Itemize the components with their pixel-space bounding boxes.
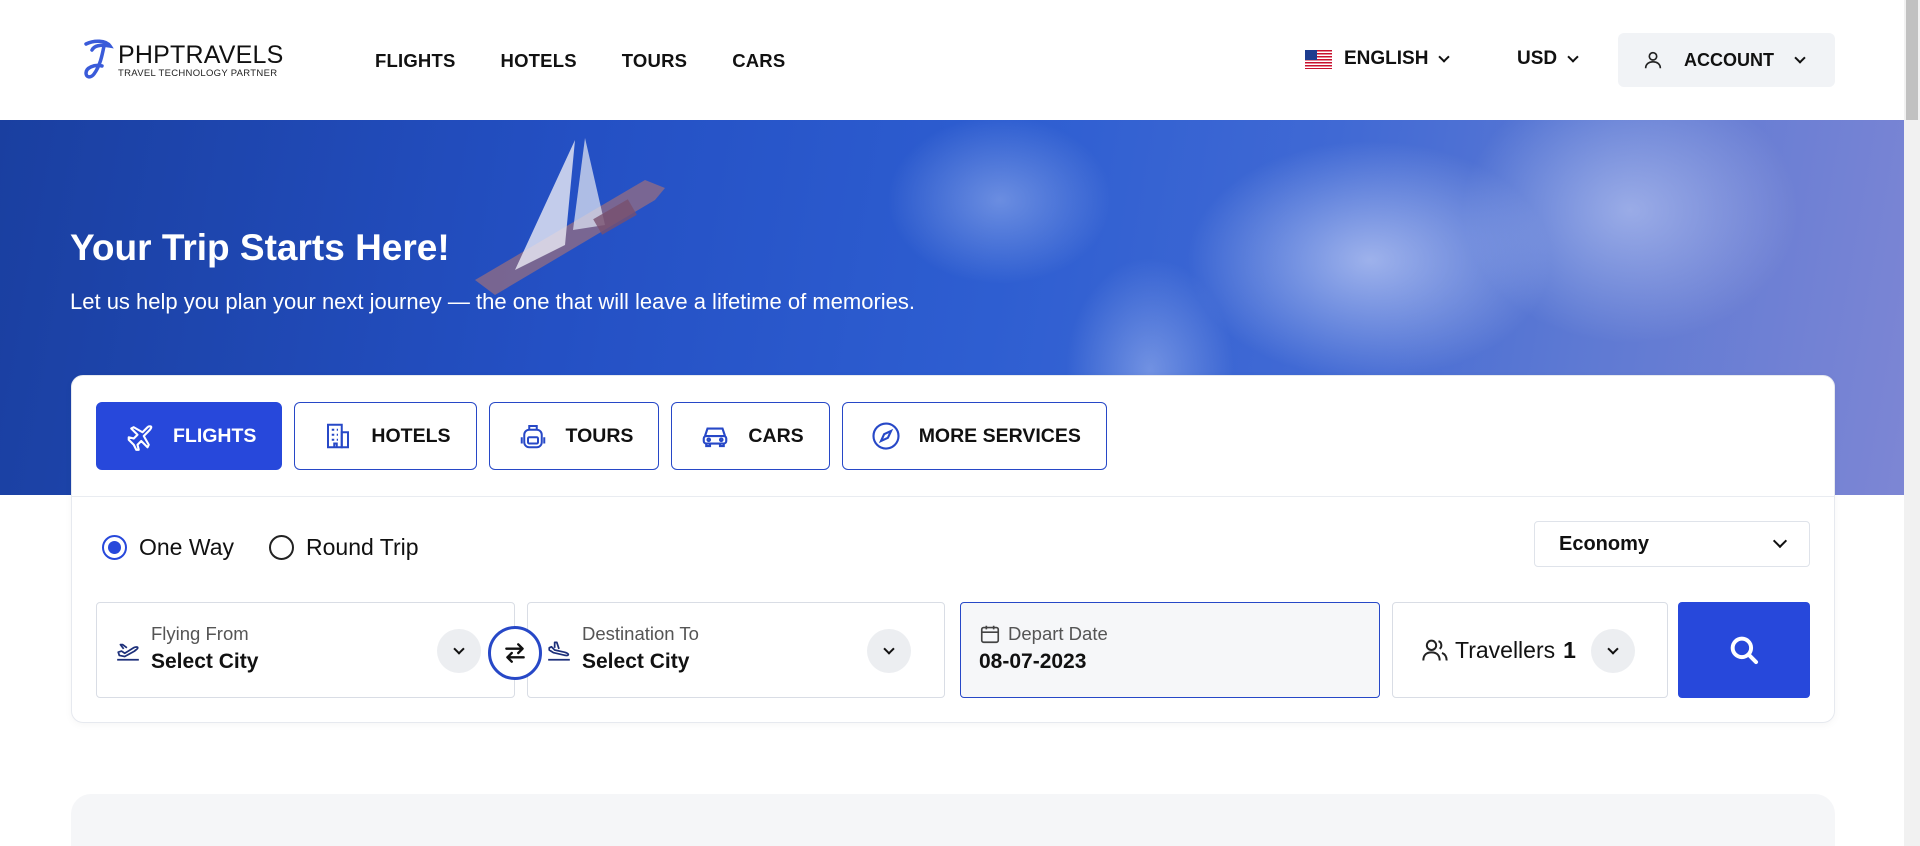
chevron-down-icon [1794, 51, 1806, 64]
hero-title: Your Trip Starts Here! [70, 227, 450, 268]
tab-more-services[interactable]: MORE SERVICES [841, 402, 1107, 470]
depart-date-field[interactable]: Depart Date 08-07-2023 [960, 602, 1380, 698]
landing-icon [548, 641, 570, 661]
card-divider [72, 496, 1834, 497]
tab-hotels[interactable]: HOTELS [294, 402, 477, 470]
backpack-icon [520, 425, 545, 449]
chevron-down-icon [1567, 50, 1579, 63]
language-selector[interactable]: ENGLISH [1305, 48, 1451, 70]
field-label: Destination To [582, 623, 699, 644]
language-label: ENGLISH [1344, 48, 1429, 69]
car-icon [703, 427, 728, 448]
travellers-label: Travellers [1455, 636, 1556, 663]
search-card: FLIGHTS HOTELS TOURS CARS MORE SERVICES … [71, 375, 1835, 723]
tab-label: MORE SERVICES [918, 424, 1081, 447]
next-section [71, 794, 1835, 846]
tab-label: FLIGHTS [173, 424, 257, 447]
users-icon [1422, 639, 1448, 661]
travellers-field[interactable]: Travellers 1 [1392, 602, 1668, 698]
currency-label: USD [1517, 48, 1558, 69]
field-label: Depart Date [1008, 623, 1108, 644]
currency-selector[interactable]: USD [1517, 48, 1579, 70]
tab-label: CARS [748, 424, 804, 447]
brand-tagline: TRAVEL TECHNOLOGY PARTNER [118, 67, 278, 79]
tab-cars[interactable]: CARS [671, 402, 830, 470]
swap-icon [505, 643, 525, 663]
sailboat-image [475, 138, 665, 295]
radio-label: One Way [139, 534, 235, 560]
service-tabs: FLIGHTS HOTELS TOURS CARS MORE SERVICES [96, 402, 1107, 470]
us-flag-icon [1305, 49, 1332, 69]
compass-icon [872, 422, 900, 450]
radio-empty-icon [269, 535, 295, 560]
to-dropdown-button[interactable] [867, 629, 911, 673]
building-icon [327, 423, 350, 449]
nav-hotels[interactable]: HOTELS [501, 50, 577, 72]
field-value: 08-07-2023 [979, 650, 1087, 673]
account-button[interactable]: ACCOUNT [1618, 33, 1835, 87]
account-label: ACCOUNT [1684, 49, 1774, 70]
brand-name: PHPTRAVELS [118, 40, 284, 69]
search-button[interactable] [1678, 602, 1810, 698]
tab-label: HOTELS [371, 424, 451, 447]
field-value: Select City [582, 650, 690, 673]
chevron-down-icon [453, 642, 465, 655]
hero-subtitle: Let us help you plan your next journey —… [70, 289, 916, 314]
field-value: Select City [151, 650, 259, 673]
nav-tours[interactable]: TOURS [622, 50, 687, 72]
travellers-dropdown-button[interactable] [1591, 629, 1635, 673]
swap-cities-button[interactable] [488, 626, 542, 680]
takeoff-icon [117, 643, 139, 661]
search-icon [1730, 636, 1759, 665]
user-icon [1644, 51, 1662, 69]
radio-label: Round Trip [306, 534, 419, 560]
logo-icon [84, 39, 114, 79]
page-scrollbar[interactable] [1904, 0, 1920, 846]
main-nav: FLIGHTS HOTELS TOURS CARS [375, 50, 785, 72]
brand-logo[interactable]: PHPTRAVELS TRAVEL TECHNOLOGY PARTNER [80, 38, 283, 82]
chevron-down-icon [1438, 50, 1451, 63]
cabin-class-select[interactable]: Economy [1534, 521, 1810, 567]
site-header: PHPTRAVELS TRAVEL TECHNOLOGY PARTNER FLI… [0, 0, 1904, 120]
field-label: Flying From [151, 623, 249, 644]
nav-cars[interactable]: CARS [732, 50, 785, 72]
radio-round-trip[interactable]: Round Trip [269, 534, 419, 561]
chevron-down-icon [1772, 533, 1788, 549]
calendar-icon [980, 625, 1000, 644]
travellers-count: 1 [1563, 636, 1576, 663]
scrollbar-thumb[interactable] [1906, 0, 1918, 120]
trip-type-group: One Way Round Trip [102, 534, 454, 561]
tab-tours[interactable]: TOURS [488, 402, 660, 470]
destination-to-field[interactable]: Destination To Select City [527, 602, 945, 698]
flying-from-field[interactable]: Flying From Select City [96, 602, 515, 698]
nav-flights[interactable]: FLIGHTS [375, 50, 456, 72]
plane-icon [127, 425, 153, 451]
chevron-down-icon [883, 642, 895, 655]
cabin-class-value: Economy [1559, 532, 1650, 555]
chevron-down-icon [1607, 642, 1619, 655]
tab-label: TOURS [565, 424, 634, 447]
radio-one-way[interactable]: One Way [102, 534, 234, 561]
tab-flights[interactable]: FLIGHTS [96, 402, 283, 470]
from-dropdown-button[interactable] [437, 629, 481, 673]
radio-selected-icon [102, 535, 127, 560]
